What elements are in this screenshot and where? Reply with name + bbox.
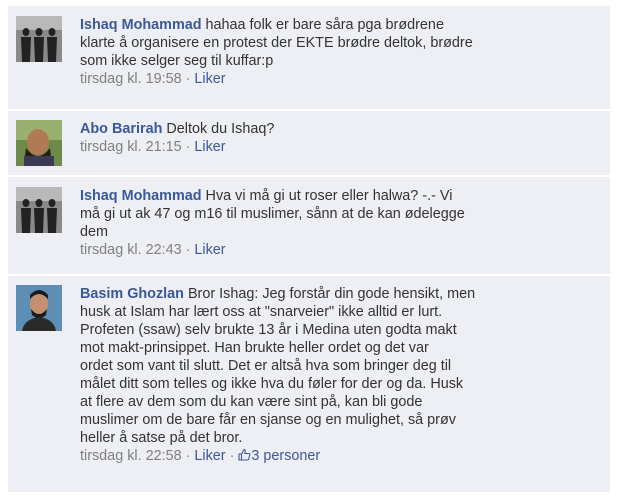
author-link[interactable]: Abo Barirah [80,121,162,137]
author-link[interactable]: Ishaq Mohammad [80,188,202,204]
comment-item: Ishaq Mohammad Hva vi må gi ut roser ell… [8,177,610,274]
comment-body: Abo Barirah Deltok du Ishaq? tirsdag kl.… [80,120,592,156]
separator: · [185,242,191,258]
timestamp[interactable]: tirsdag kl. 22:58 [80,448,182,464]
comment-meta: tirsdag kl. 19:58 · Liker [80,70,592,88]
avatar-silhouettes-image [16,187,62,233]
comment-text: at flere av dem som du kan være sint på,… [80,394,423,410]
author-link[interactable]: Ishaq Mohammad [80,17,202,33]
comment-text: husk at Islam har lært oss at "snarveier… [80,304,443,320]
comment-meta: tirsdag kl. 21:15 · Liker [80,138,592,156]
like-link[interactable]: Liker [194,71,225,87]
comment-text: hahaa folk er bare såra pga brødrene [205,17,444,33]
timestamp[interactable]: tirsdag kl. 21:15 [80,139,182,155]
comment-meta: tirsdag kl. 22:58 · Liker · 3 personer [80,447,592,465]
comment-text: klarte å organisere en protest der EKTE … [80,35,473,51]
comment-item: Ishaq Mohammad hahaa folk er bare såra p… [8,6,610,109]
thumbs-up-icon [238,448,251,461]
comment-body: Ishaq Mohammad Hva vi må gi ut roser ell… [80,187,592,259]
timestamp[interactable]: tirsdag kl. 22:43 [80,242,182,258]
avatar[interactable] [16,285,62,331]
comment-text: målet ditt som telles og ikke hva du føl… [80,376,464,392]
avatar-silhouettes-image [16,16,62,62]
comment-text: Hva vi må gi ut roser eller halwa? -.- V… [205,188,453,204]
author-link[interactable]: Basim Ghozlan [80,286,184,302]
likes-count-link[interactable]: 3 personer [238,448,320,464]
comment-body: Ishaq Mohammad hahaa folk er bare såra p… [80,16,592,88]
comment-text: muslimer om de bare får en sjanse og en … [80,412,456,428]
comment-text: Profeten (ssaw) selv brukte 13 år i Medi… [80,322,457,338]
comment-item: Basim Ghozlan Bror Ishag: Jeg forstår di… [8,276,610,492]
separator: · [185,139,191,155]
comment-meta: tirsdag kl. 22:43 · Liker [80,241,592,259]
comment-text: Bror Ishag: Jeg forstår din gode hensikt… [187,286,476,302]
avatar[interactable] [16,187,62,233]
like-link[interactable]: Liker [194,139,225,155]
comment-text: dem [80,224,108,240]
comment-text: Deltok du Ishaq? [166,121,275,137]
avatar[interactable] [16,16,62,62]
avatar[interactable] [16,120,62,166]
comment-text: heller å satse på det bror. [80,430,243,446]
comment-item: Abo Barirah Deltok du Ishaq? tirsdag kl.… [8,111,610,175]
separator: · [185,448,191,464]
separator: · [229,448,235,464]
comment-text: som ikke selger seg til kuffar:p [80,53,274,69]
like-link[interactable]: Liker [194,242,225,258]
timestamp[interactable]: tirsdag kl. 19:58 [80,71,182,87]
comment-text: ordet som vant til slutt. Det er altså h… [80,358,452,374]
separator: · [185,71,191,87]
avatar-photo-image [16,285,62,331]
like-link[interactable]: Liker [194,448,225,464]
comment-text: må gi ut ak 47 og m16 til muslimer, sånn… [80,206,465,222]
comment-text: mot makt-prinsippet. Han brukte heller o… [80,340,429,356]
likes-count-label: 3 personer [251,448,321,464]
avatar-photo-image [16,120,62,166]
comment-body: Basim Ghozlan Bror Ishag: Jeg forstår di… [80,285,592,465]
comment-feed: Ishaq Mohammad hahaa folk er bare såra p… [8,0,610,499]
